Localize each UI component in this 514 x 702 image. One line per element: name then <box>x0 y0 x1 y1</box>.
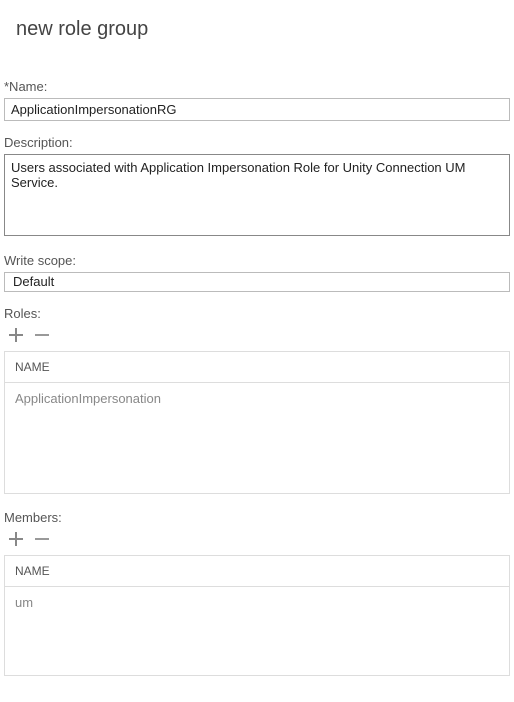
roles-toolbar <box>4 327 510 343</box>
roles-table: NAME ApplicationImpersonation <box>4 351 510 494</box>
table-row[interactable]: ApplicationImpersonation <box>5 383 509 414</box>
plus-icon <box>9 328 23 342</box>
page-title: new role group <box>0 0 514 41</box>
minus-icon <box>35 328 49 342</box>
remove-role-button[interactable] <box>34 327 50 343</box>
roles-label: Roles: <box>4 306 510 321</box>
add-role-button[interactable] <box>8 327 24 343</box>
plus-icon <box>9 532 23 546</box>
members-list-body: um <box>5 587 509 675</box>
role-group-form: *Name: Description: Users associated wit… <box>0 79 514 676</box>
name-input[interactable] <box>4 98 510 121</box>
description-label: Description: <box>4 135 510 150</box>
write-scope-label: Write scope: <box>4 253 510 268</box>
minus-icon <box>35 532 49 546</box>
description-textarea[interactable]: Users associated with Application Impers… <box>4 154 510 236</box>
members-column-header: NAME <box>5 556 509 587</box>
members-table: NAME um <box>4 555 510 676</box>
add-member-button[interactable] <box>8 531 24 547</box>
table-row[interactable]: um <box>5 587 509 618</box>
name-label: *Name: <box>4 79 510 94</box>
members-label: Members: <box>4 510 510 525</box>
roles-column-header: NAME <box>5 352 509 383</box>
roles-list-body: ApplicationImpersonation <box>5 383 509 493</box>
remove-member-button[interactable] <box>34 531 50 547</box>
members-toolbar <box>4 531 510 547</box>
write-scope-select[interactable]: Default <box>4 272 510 292</box>
